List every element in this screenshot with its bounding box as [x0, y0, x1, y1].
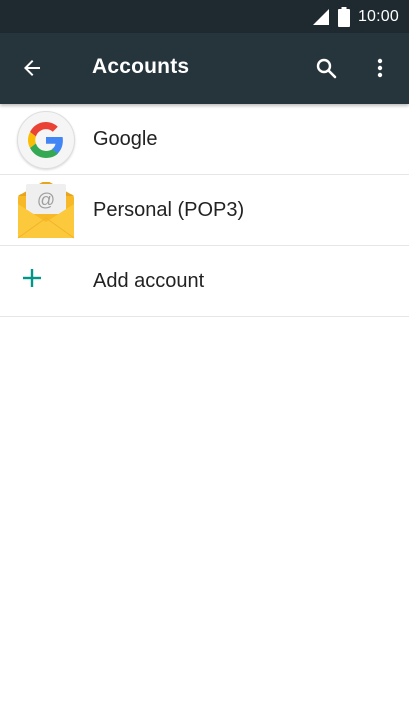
page-title: Accounts	[92, 55, 190, 78]
add-account-item[interactable]: Add account	[0, 246, 409, 317]
more-options-button[interactable]	[366, 54, 394, 82]
svg-text:@: @	[37, 190, 55, 210]
status-bar: 10:00	[0, 0, 409, 33]
search-button[interactable]	[312, 54, 340, 82]
toolbar: Accounts	[0, 33, 409, 104]
add-account-label: Add account	[93, 270, 205, 292]
account-label-personal-pop3: Personal (POP3)	[93, 199, 245, 221]
google-avatar	[17, 111, 75, 169]
status-time: 10:00	[357, 7, 399, 25]
signal-icon	[312, 8, 329, 25]
plus-icon	[23, 269, 41, 287]
account-label-google: Google	[93, 128, 158, 150]
arrow-back-icon	[24, 60, 40, 76]
back-button[interactable]	[18, 54, 46, 82]
google-icon	[28, 122, 63, 158]
account-item-google[interactable]: Google	[0, 104, 409, 175]
search-icon	[316, 58, 337, 79]
battery-icon	[337, 6, 350, 27]
account-item-personal-pop3[interactable]: @ Personal (POP3)	[0, 175, 409, 246]
email-avatar: @	[17, 180, 75, 240]
more-vert-icon	[377, 58, 383, 78]
accounts-list: Google @ Personal (POP3) Add account	[0, 104, 409, 317]
email-envelope-icon: @	[17, 180, 75, 239]
